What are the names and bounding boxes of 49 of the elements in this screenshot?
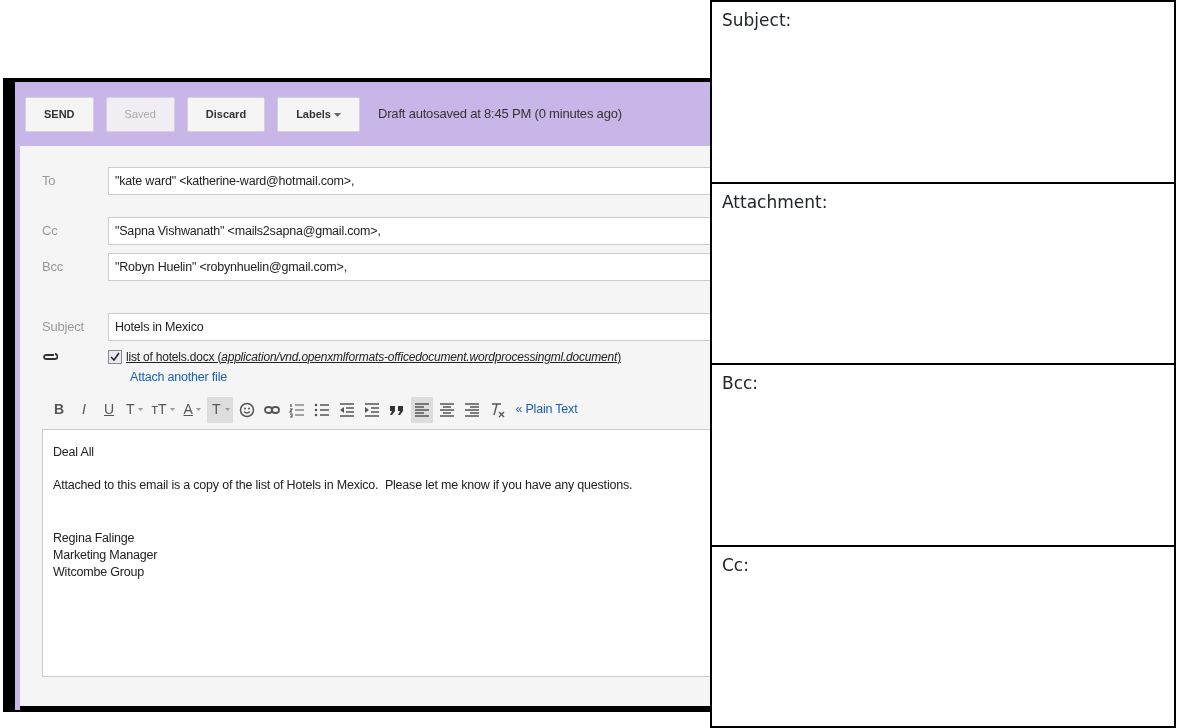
bullet-list-icon — [314, 401, 331, 418]
field-label: Bcc — [41, 258, 65, 277]
cc-field[interactable]: "Sapna Vishwanath" <mails2sapna@gmail.com>, — [108, 217, 710, 245]
clear-format-icon — [489, 401, 506, 418]
caret-icon — [225, 408, 231, 412]
smiley-icon — [239, 401, 256, 418]
highlight-button[interactable]: T — [206, 396, 234, 423]
attach-file-link[interactable]: Attach another file — [130, 370, 227, 384]
font-button[interactable]: T — [123, 396, 146, 423]
paperclip-icon — [42, 352, 58, 362]
text-color-button[interactable]: A — [180, 396, 204, 423]
send-button[interactable]: SEND — [25, 96, 94, 132]
font-size-button[interactable]: ᴛT — [148, 396, 178, 423]
discard-button[interactable]: Discard — [186, 96, 266, 132]
worksheet-label: Attachment: — [722, 191, 828, 212]
bcc-field[interactable]: "Robyn Huelin" <robynhuelin@gmail.com>, — [108, 253, 710, 281]
field-label: To — [41, 172, 57, 191]
align-left-button[interactable] — [411, 396, 434, 423]
plain-text-link[interactable]: « Plain Text — [515, 400, 578, 420]
caret-icon — [195, 408, 201, 412]
worksheet-label: Bcc: — [722, 373, 759, 393]
attachment-name[interactable]: list of hotels.docx (application/vnd.openxmlformats-officedocument.wordprocessingml.document) — [126, 348, 621, 366]
message-editor[interactable]: Deal All Attached to this email is a copy of the list of Hotels in Mexico. Please let me know if you have any questions. Regina Falinge Marketing Manager Witcombe Group — [42, 428, 710, 677]
to-field[interactable]: "kate ward" <katherine-ward@hotmail.com>, — [108, 167, 710, 195]
caret-icon — [334, 112, 342, 117]
worksheet-label: Subject: — [722, 10, 792, 30]
message-text: Witcombe Group — [53, 563, 145, 581]
field-label: Cc — [41, 222, 59, 241]
italic-button[interactable]: I — [73, 396, 95, 423]
caret-icon — [137, 408, 143, 412]
caret-icon — [169, 408, 175, 412]
autosave-status: Draft autosaved at 8:45 PM (0 minutes ago) — [378, 105, 622, 124]
numbered-list-icon — [289, 401, 306, 418]
message-text: Marketing Manager — [53, 546, 159, 564]
align-right-icon — [464, 401, 481, 418]
message-text: Attached to this email is a copy of the list of Hotels in Mexico. Please let me know if you have any questions. — [53, 476, 634, 494]
align-center-icon — [439, 401, 456, 418]
indent-icon — [364, 401, 381, 418]
message-text: Deal All — [53, 443, 95, 461]
underline-button[interactable]: U — [98, 396, 120, 423]
attachment-checkbox[interactable] — [108, 350, 122, 364]
field-label: Subject — [41, 318, 85, 337]
message-text: Regina Falinge — [53, 529, 136, 547]
worksheet-label: Cc: — [722, 554, 749, 575]
labels-button[interactable]: Labels — [277, 96, 361, 132]
subject-field[interactable]: Hotels in Mexico — [108, 313, 710, 341]
bold-button[interactable]: B — [48, 396, 70, 423]
outdent-icon — [339, 401, 356, 418]
align-left-icon — [414, 401, 431, 418]
